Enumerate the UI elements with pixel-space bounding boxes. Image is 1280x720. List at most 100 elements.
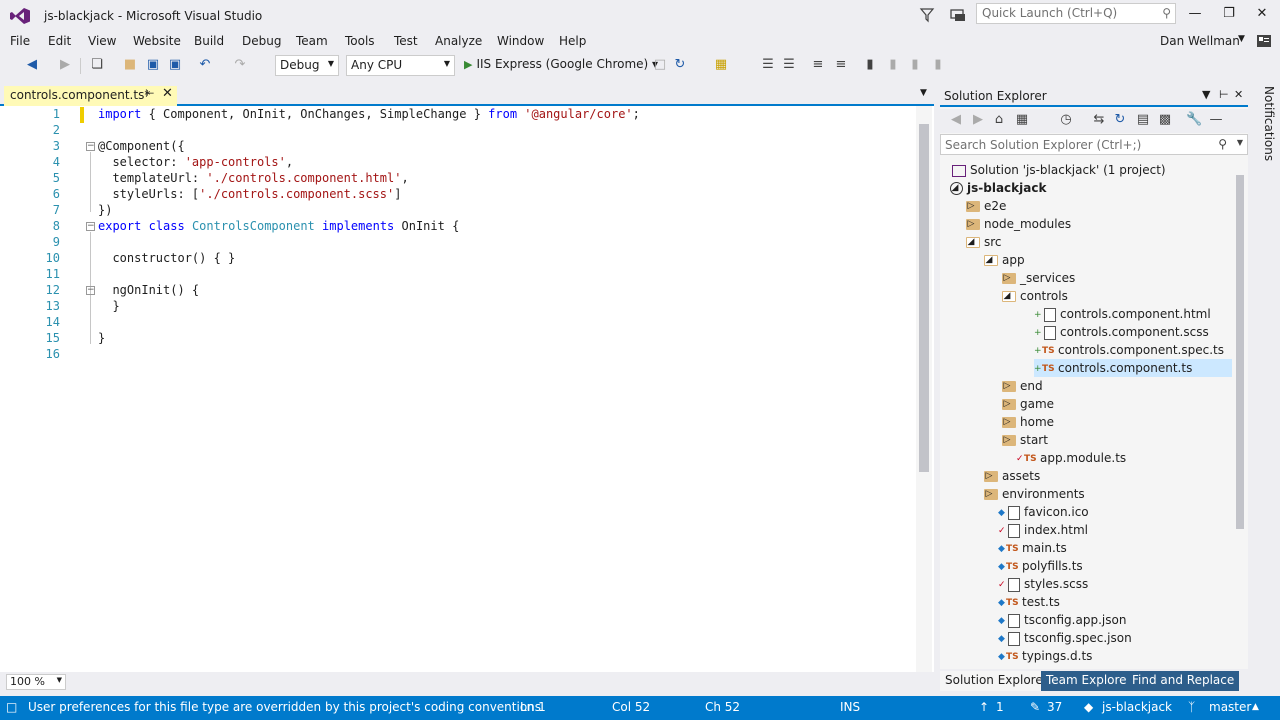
- collapsed-arrow-icon[interactable]: ▷: [1002, 269, 1012, 287]
- find-icon[interactable]: ▦: [713, 57, 729, 73]
- scrollbar-thumb[interactable]: [919, 124, 929, 472]
- open-file-icon[interactable]: ■: [122, 57, 138, 73]
- repository-name[interactable]: js-blackjack: [1102, 700, 1172, 714]
- tree-item-file[interactable]: + controls.component.html: [1034, 305, 1211, 323]
- tree-item-file[interactable]: ◆TS main.ts: [998, 539, 1067, 557]
- tab-find-and-replace[interactable]: Find and Replace: [1127, 671, 1240, 691]
- scrollbar-thumb[interactable]: [1236, 175, 1244, 529]
- menu-view[interactable]: View: [88, 34, 116, 48]
- solution-platform-select[interactable]: Any CPU ▼: [346, 55, 455, 76]
- branch-name[interactable]: master: [1209, 700, 1251, 714]
- collapse-region-icon[interactable]: −: [86, 222, 95, 231]
- editor-horizontal-scrollbar[interactable]: 100 % ▼: [0, 672, 934, 690]
- tab-team-explorer[interactable]: Team Explorer: [1041, 671, 1137, 691]
- tree-item-folder[interactable]: ▷ _services: [1002, 269, 1075, 287]
- expanded-arrow-icon[interactable]: ◢: [984, 251, 994, 269]
- tab-solution-explorer[interactable]: Solution Explorer: [940, 671, 1053, 691]
- collapsed-arrow-icon[interactable]: ▷: [1002, 377, 1012, 395]
- expanded-arrow-icon[interactable]: ◢: [966, 233, 976, 251]
- repository-icon[interactable]: ◆: [1084, 700, 1093, 714]
- unpublished-commits-count[interactable]: 1: [996, 700, 1004, 714]
- tree-item-file[interactable]: ◆TS polyfills.ts: [998, 557, 1083, 575]
- tree-item-solution[interactable]: Solution 'js-blackjack' (1 project): [952, 161, 1166, 179]
- pencil-icon[interactable]: ✎: [1030, 700, 1040, 714]
- refresh-icon[interactable]: ↻: [672, 57, 688, 73]
- preview-icon[interactable]: —: [1208, 112, 1224, 128]
- forward-icon[interactable]: ▶: [970, 112, 986, 128]
- clear-bookmarks-icon[interactable]: ▮: [930, 57, 946, 73]
- solution-explorer-search[interactable]: Search Solution Explorer (Ctrl+;) ⚲ ▼: [940, 134, 1248, 155]
- collapsed-arrow-icon[interactable]: ▷: [984, 467, 994, 485]
- tree-item-folder[interactable]: ▷ home: [1002, 413, 1054, 431]
- collapsed-arrow-icon[interactable]: ▷: [984, 485, 994, 503]
- tree-item-file[interactable]: ✓ index.html: [998, 521, 1088, 539]
- publish-icon[interactable]: ↑: [979, 700, 989, 714]
- pending-changes-filter-icon[interactable]: ◷: [1058, 112, 1074, 128]
- notifications-tab[interactable]: Notifications: [1256, 86, 1276, 161]
- collapse-region-icon[interactable]: −: [86, 142, 95, 151]
- chevron-down-icon[interactable]: ▼: [1202, 88, 1210, 101]
- pin-icon[interactable]: ⊢: [1219, 88, 1229, 101]
- tree-item-file[interactable]: + controls.component.scss: [1034, 323, 1209, 341]
- sync-with-document-icon[interactable]: ⇆: [1091, 112, 1107, 128]
- tree-item-file[interactable]: ◆TS typings.d.ts: [998, 647, 1092, 665]
- expanded-arrow-icon[interactable]: ◢: [950, 179, 960, 197]
- maximize-button[interactable]: ❐: [1217, 6, 1241, 24]
- new-project-icon[interactable]: ❏: [89, 57, 105, 73]
- save-icon[interactable]: ▣: [145, 57, 161, 73]
- menu-build[interactable]: Build: [194, 34, 224, 48]
- collapsed-arrow-icon[interactable]: ▷: [966, 197, 976, 215]
- next-bookmark-icon[interactable]: ▮: [907, 57, 923, 73]
- code-editor[interactable]: 1 2 3 4 5 6 7 8 9 10 11 12 13 14 15 16 −…: [0, 106, 934, 672]
- tree-item-folder[interactable]: ▷ node_modules: [966, 215, 1071, 233]
- zoom-select[interactable]: 100 % ▼: [6, 674, 66, 690]
- collapsed-arrow-icon[interactable]: ▷: [1002, 395, 1012, 413]
- refresh-icon[interactable]: ↻: [1112, 112, 1128, 128]
- switch-views-icon[interactable]: ▦: [1014, 112, 1030, 128]
- save-all-icon[interactable]: ▣: [167, 57, 183, 73]
- collapsed-arrow-icon[interactable]: ▷: [1002, 413, 1012, 431]
- show-all-files-icon[interactable]: ▩: [1157, 112, 1173, 128]
- menu-help[interactable]: Help: [559, 34, 586, 48]
- user-name[interactable]: Dan Wellman: [1160, 34, 1240, 48]
- bookmark-icon[interactable]: ▮: [862, 57, 878, 73]
- close-icon[interactable]: ✕: [162, 86, 173, 101]
- solution-explorer-scrollbar[interactable]: [1232, 159, 1248, 667]
- toggle-comment-icon[interactable]: ☰: [760, 57, 776, 73]
- tab-controls-component-ts[interactable]: controls.component.ts* ⊢ ✕: [4, 86, 177, 106]
- collapse-all-icon[interactable]: ▤: [1135, 112, 1151, 128]
- branch-icon[interactable]: ᛉ: [1188, 700, 1195, 714]
- start-debugging-button[interactable]: ▶ IIS Express (Google Chrome) ▾: [464, 57, 658, 71]
- solution-configuration-select[interactable]: Debug ▼: [275, 55, 339, 76]
- tree-item-file[interactable]: ◆ tsconfig.app.json: [998, 611, 1126, 629]
- tree-item-file[interactable]: ✓TS app.module.ts: [1016, 449, 1126, 467]
- home-icon[interactable]: ⌂: [991, 112, 1007, 128]
- back-icon[interactable]: ◀: [948, 112, 964, 128]
- tree-item-folder[interactable]: ▷ start: [1002, 431, 1048, 449]
- outdent-icon[interactable]: ≡: [833, 57, 849, 73]
- menu-edit[interactable]: Edit: [48, 34, 71, 48]
- tree-item-folder[interactable]: ◢ app: [984, 251, 1025, 269]
- close-icon[interactable]: ✕: [1234, 88, 1243, 101]
- tree-item-folder[interactable]: ▷ assets: [984, 467, 1040, 485]
- quick-launch-input[interactable]: Quick Launch (Ctrl+Q) ⚲: [976, 3, 1176, 24]
- tree-item-file[interactable]: ✓ styles.scss: [998, 575, 1088, 593]
- redo-icon[interactable]: ↷: [232, 57, 248, 73]
- minimize-button[interactable]: —: [1183, 6, 1207, 24]
- navigate-back-icon[interactable]: ◀: [24, 57, 40, 73]
- pin-icon[interactable]: ⊢: [145, 87, 155, 100]
- editor-vertical-scrollbar[interactable]: [916, 106, 932, 672]
- tree-item-file-selected[interactable]: +TS controls.component.ts: [1034, 359, 1232, 377]
- account-icon[interactable]: [1254, 32, 1274, 50]
- menu-analyze[interactable]: Analyze: [435, 34, 482, 48]
- menu-window[interactable]: Window: [497, 34, 544, 48]
- tree-item-file[interactable]: ◆TS test.ts: [998, 593, 1060, 611]
- chevron-down-icon[interactable]: ▼: [1238, 34, 1245, 44]
- filter-icon[interactable]: [917, 6, 937, 24]
- tree-item-folder[interactable]: ▷ end: [1002, 377, 1043, 395]
- tree-item-folder[interactable]: ▷ environments: [984, 485, 1085, 503]
- chevron-down-icon[interactable]: ▼: [920, 88, 927, 98]
- chevron-down-icon[interactable]: ▼: [1237, 138, 1243, 147]
- tree-item-project[interactable]: ◢ js-blackjack: [950, 179, 1046, 197]
- chevron-up-icon[interactable]: ▲: [1252, 702, 1259, 712]
